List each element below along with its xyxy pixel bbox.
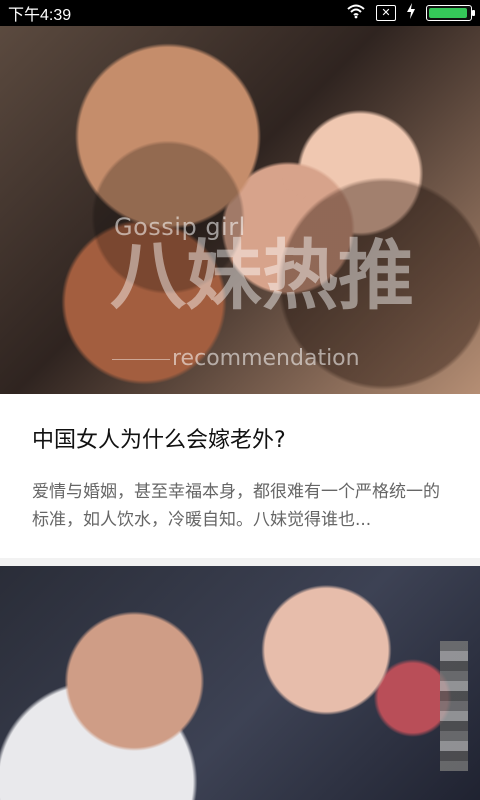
hero-bottom-text: recommendation: [172, 346, 360, 371]
charging-icon: [406, 2, 416, 24]
article-card[interactable]: Gossip girl 八妹热推 recommendation 中国女人为什么会…: [0, 26, 480, 558]
battery-fill: [429, 8, 467, 18]
hero-main-text: 八妹热推: [110, 231, 414, 320]
article-hero-image[interactable]: Gossip girl 八妹热推 recommendation: [0, 26, 480, 394]
mosaic-blur: [440, 641, 468, 771]
hero-divider: [112, 359, 170, 360]
article-hero-image[interactable]: [0, 566, 480, 800]
status-time: 下午4:39: [8, 7, 72, 24]
status-bar: 下午4:39 ✕: [0, 0, 480, 26]
article-snippet: 爱情与婚姻，甚至幸福本身，都很难有一个严格统一的标准，如人饮水，冷暖自知。八妹觉…: [32, 482, 440, 530]
no-sim-icon: ✕: [376, 5, 396, 21]
article-feed[interactable]: Gossip girl 八妹热推 recommendation 中国女人为什么会…: [0, 26, 480, 800]
article-card[interactable]: [0, 566, 480, 800]
battery-icon: [426, 5, 475, 21]
status-icons: ✕: [346, 2, 475, 24]
article-content[interactable]: 中国女人为什么会嫁老外? 爱情与婚姻，甚至幸福本身，都很难有一个严格统一的标准，…: [0, 394, 480, 558]
wifi-icon: [346, 3, 366, 24]
hero-overlay: Gossip girl 八妹热推 recommendation: [0, 26, 480, 394]
article-title[interactable]: 中国女人为什么会嫁老外?: [32, 422, 448, 454]
